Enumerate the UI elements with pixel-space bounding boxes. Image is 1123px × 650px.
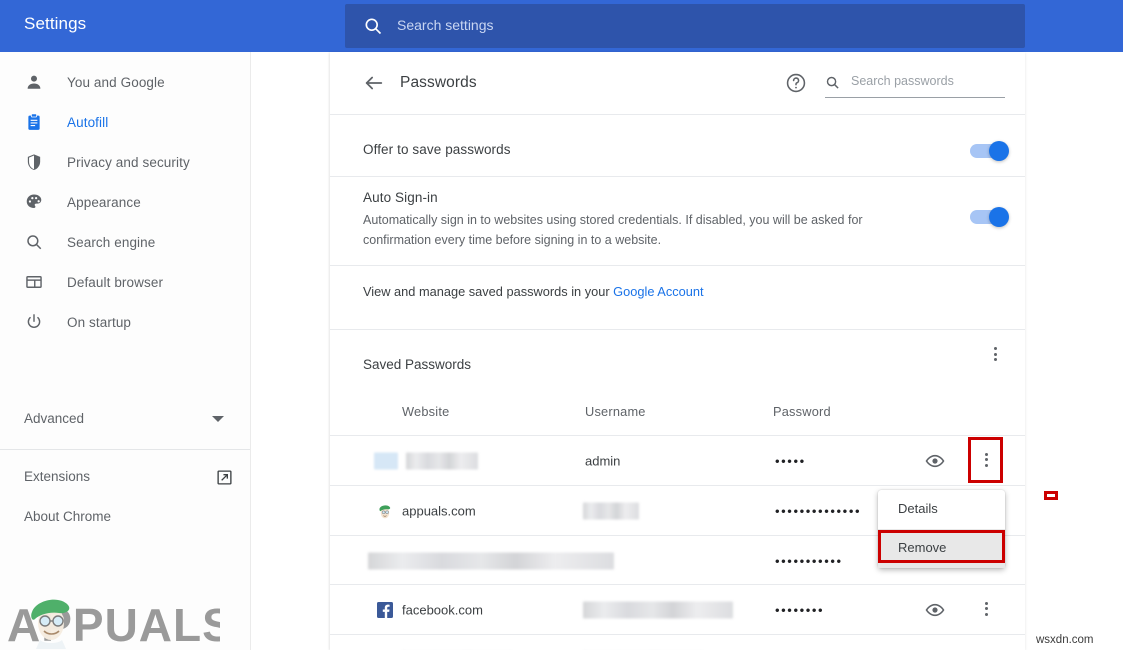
saved-passwords-menu-kebab-menu-icon[interactable] (987, 347, 1003, 363)
manage-passwords-prefix: View and manage saved passwords in your (363, 284, 613, 299)
clipboard-icon (24, 112, 44, 132)
sidebar-item-label: Default browser (67, 275, 163, 290)
annotation-box-row-menu (968, 437, 1003, 483)
auto-signin-label: Auto Sign-in (363, 190, 438, 205)
sidebar-item-privacy-and-security[interactable]: Privacy and security (0, 142, 250, 182)
eye-icon[interactable] (925, 600, 945, 620)
power-icon (24, 312, 44, 332)
sidebar-item-on-startup[interactable]: On startup (0, 302, 250, 342)
column-header-website: Website (402, 404, 449, 419)
offer-to-save-toggle[interactable] (970, 144, 1006, 158)
app-title: Settings (24, 14, 86, 34)
sidebar-item-search-engine[interactable]: Search engine (0, 222, 250, 262)
row-password-dots: •••••••••••••• (775, 503, 861, 518)
sidebar-advanced-toggle[interactable]: Advanced (0, 400, 250, 440)
row-website: appuals.com (402, 503, 476, 518)
sidebar-item-label: Autofill (67, 115, 108, 130)
row-password-dots: ••••• (775, 453, 806, 468)
table-row[interactable]: facebook.com •••••••• (330, 585, 1025, 634)
auto-signin-description: Automatically sign in to websites using … (363, 210, 893, 250)
row-username: admin (585, 453, 620, 468)
appuals-favicon (377, 503, 393, 519)
help-circle-icon[interactable] (785, 72, 807, 94)
sidebar-item-label: Appearance (67, 195, 141, 210)
sidebar-item-label: Extensions (24, 469, 90, 484)
row-menu-kebab-menu-icon[interactable] (978, 602, 994, 618)
context-menu-item-label: Details (898, 501, 938, 516)
sidebar-item-label: Privacy and security (67, 155, 190, 170)
website-redacted (406, 452, 478, 469)
facebook-favicon (377, 602, 393, 618)
search-passwords-input[interactable]: Search passwords (851, 74, 954, 88)
sidebar: You and Google Autofill P (0, 52, 250, 650)
toggle-knob (989, 207, 1009, 227)
table-row[interactable] (330, 635, 1025, 650)
search-passwords-field[interactable]: Search passwords (825, 72, 1005, 98)
manage-passwords-text: View and manage saved passwords in your … (363, 284, 704, 299)
passwords-header: Passwords Search passwords (330, 52, 1025, 114)
sidebar-item-appearance[interactable]: Appearance (0, 182, 250, 222)
search-settings-box[interactable]: Search settings (345, 4, 1025, 48)
sidebar-item-label: Search engine (67, 235, 155, 250)
row-password-dots: ••••••••••• (775, 553, 843, 568)
annotation-marker (1044, 491, 1058, 500)
sidebar-item-about-chrome[interactable]: About Chrome (0, 498, 250, 538)
appuals-watermark-logo: APPUALS (5, 595, 220, 650)
sidebar-item-you-and-google[interactable]: You and Google (0, 62, 250, 102)
offer-to-save-label: Offer to save passwords (363, 142, 511, 157)
username-redacted (583, 601, 733, 618)
column-header-username: Username (585, 404, 646, 419)
divider (330, 114, 1025, 115)
search-icon (363, 16, 383, 36)
sidebar-content-divider (250, 52, 251, 650)
toggle-knob (989, 141, 1009, 161)
settings-page: Settings Search settings You and Google (0, 0, 1123, 650)
palette-icon (24, 192, 44, 212)
auto-signin-toggle[interactable] (970, 210, 1006, 224)
context-menu-item-details[interactable]: Details (878, 490, 1005, 529)
sidebar-item-extensions[interactable]: Extensions (0, 458, 250, 498)
sidebar-item-autofill[interactable]: Autofill (0, 102, 250, 142)
table-row[interactable]: admin ••••• (330, 436, 1025, 485)
sidebar-advanced-label: Advanced (24, 411, 84, 426)
page-title: Passwords (400, 74, 477, 92)
site-watermark: wsxdn.com (1036, 634, 1094, 646)
username-redacted (583, 502, 639, 519)
sidebar-divider (0, 449, 250, 450)
sidebar-item-default-browser[interactable]: Default browser (0, 262, 250, 302)
eye-icon[interactable] (925, 451, 945, 471)
blue-square-favicon (374, 452, 398, 469)
divider (330, 265, 1025, 266)
search-icon (24, 232, 44, 252)
shield-icon (24, 152, 44, 172)
annotation-marker-inner (1047, 494, 1055, 497)
google-account-link[interactable]: Google Account (613, 284, 703, 299)
saved-passwords-title: Saved Passwords (363, 357, 471, 372)
search-icon (825, 75, 840, 90)
sidebar-item-label: About Chrome (24, 509, 111, 524)
column-header-password: Password (773, 404, 831, 419)
person-icon (24, 72, 44, 92)
chevron-down-icon (212, 416, 224, 422)
divider (330, 329, 1025, 330)
sidebar-item-label: You and Google (67, 75, 165, 90)
row-password-dots: •••••••• (775, 602, 824, 617)
external-link-icon (216, 469, 233, 486)
divider (330, 176, 1025, 177)
row-website: facebook.com (402, 602, 483, 617)
top-bar: Settings Search settings (0, 0, 1123, 52)
website-redacted (368, 552, 614, 569)
browser-window-icon (24, 272, 44, 292)
search-settings-input[interactable]: Search settings (397, 17, 494, 33)
sidebar-item-label: On startup (67, 315, 131, 330)
annotation-box-remove (878, 530, 1005, 563)
back-arrow-icon[interactable] (363, 72, 385, 94)
